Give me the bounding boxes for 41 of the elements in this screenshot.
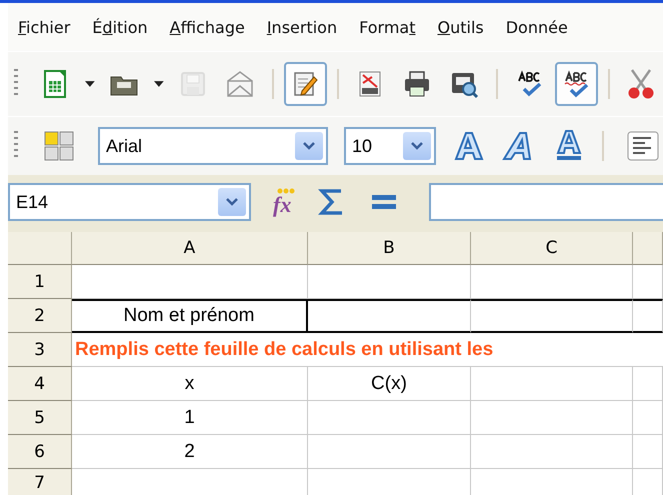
dropdown-arrow-icon[interactable] (154, 81, 164, 87)
name-box[interactable]: E14 (8, 183, 251, 221)
align-left-icon[interactable] (626, 129, 660, 163)
menu-item[interactable]: Insertion (266, 18, 338, 36)
row-header[interactable]: 1 (8, 265, 72, 299)
dropdown-arrow-icon[interactable] (84, 81, 95, 87)
function-wizard-button[interactable]: fx (271, 188, 296, 216)
font-name-combo[interactable]: Arial (98, 127, 328, 165)
row-header[interactable]: 5 (8, 401, 72, 435)
table-cell: 2 (72, 435, 308, 469)
chevron-down-icon[interactable] (225, 197, 239, 207)
corner-header[interactable] (8, 232, 72, 265)
row-header[interactable]: 7 (8, 469, 72, 495)
column-header[interactable]: A (72, 232, 308, 265)
chevron-down-icon[interactable] (410, 141, 424, 151)
bold-icon[interactable] (452, 129, 486, 163)
table-cell: x (72, 367, 308, 401)
chevron-down-icon[interactable] (302, 141, 316, 151)
menu-item[interactable]: Fichier (18, 18, 70, 36)
table-cell: 1 (72, 401, 308, 435)
menu-item[interactable]: Donnée (506, 18, 568, 36)
styles-grid-icon[interactable] (44, 131, 74, 161)
menu-item[interactable]: Format (359, 18, 416, 36)
table-cell: Nom et prénom (72, 299, 308, 333)
autospell-button[interactable] (554, 62, 598, 106)
stars-icon (277, 188, 296, 194)
font-size-combo[interactable]: 10 (344, 127, 436, 165)
menu-item[interactable]: Outils (437, 18, 484, 36)
row-header[interactable]: 4 (8, 367, 72, 401)
column-header[interactable]: C (471, 232, 633, 265)
row-header[interactable]: 2 (8, 299, 72, 333)
menu-item[interactable]: Édition (92, 18, 148, 36)
instruction-text: Remplis cette feuille de calculs en utilisant les (74, 338, 494, 360)
menu-item[interactable]: Affichage (170, 18, 245, 36)
column-header[interactable] (633, 232, 663, 265)
formula-input-field[interactable] (429, 183, 663, 221)
table-cell: C(x) (308, 367, 471, 401)
row-header[interactable]: 6 (8, 435, 72, 469)
row-header[interactable]: 3 (8, 333, 72, 367)
edit-button[interactable] (284, 62, 327, 106)
column-header[interactable]: B (308, 232, 471, 265)
